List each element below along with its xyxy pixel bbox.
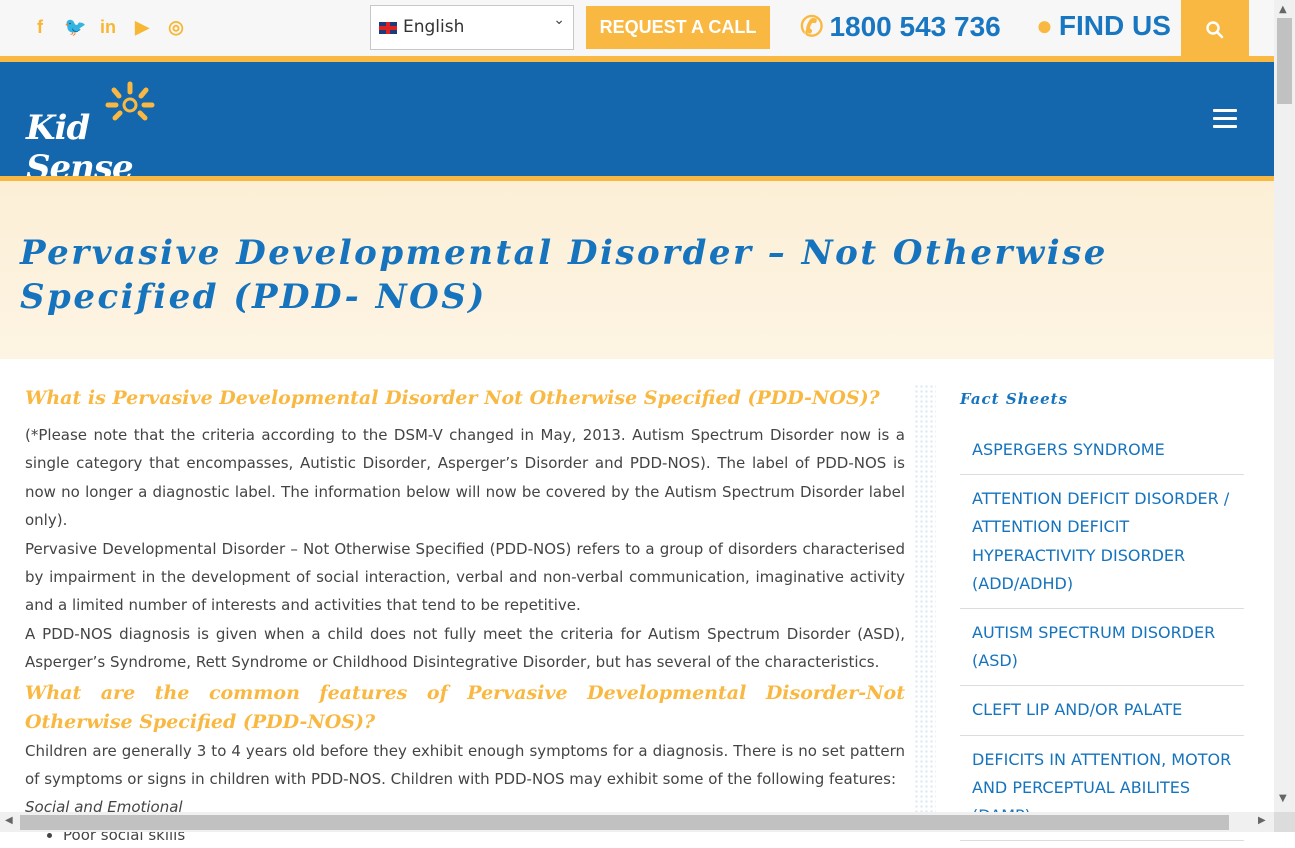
uk-flag-icon xyxy=(379,22,397,34)
scroll-thumb[interactable] xyxy=(1277,18,1292,104)
facebook-icon[interactable]: f xyxy=(30,14,50,40)
linkedin-icon[interactable]: in xyxy=(98,14,118,40)
find-us-label: FIND US xyxy=(1058,10,1171,41)
utility-bar: f 🐦 in ▶ ◎ English ⌄ REQUEST A CALL ✆ 180… xyxy=(0,0,1274,56)
paragraph: Children are generally 3 to 4 years old … xyxy=(25,741,905,789)
site-logo[interactable]: Kid Sense xyxy=(26,80,186,188)
article-content: What is Pervasive Developmental Disorder… xyxy=(25,384,905,848)
youtube-icon[interactable]: ▶ xyxy=(132,14,152,40)
phone-icon: ✆ xyxy=(800,11,824,42)
phone-number: 1800 543 736 xyxy=(829,11,1001,42)
sidebar-link[interactable]: AUTISM SPECTRUM DISORDER (ASD) xyxy=(960,609,1244,687)
sidebar-link[interactable]: ATTENTION DEFICIT DISORDER / ATTENTION D… xyxy=(960,475,1244,610)
paragraph: A PDD-NOS diagnosis is given when a chil… xyxy=(25,624,905,672)
social-links: f 🐦 in ▶ ◎ xyxy=(30,14,186,40)
fact-sheets-sidebar: Fact Sheets ASPERGERS SYNDROME ATTENTION… xyxy=(960,390,1244,842)
paragraph: Pervasive Developmental Disorder – Not O… xyxy=(25,539,905,615)
main-header: Kid Sense xyxy=(0,62,1274,188)
section-heading: What are the common features of Pervasiv… xyxy=(25,681,905,733)
scrollbar-corner xyxy=(1274,812,1295,832)
sidebar-link[interactable]: CLEFT LIP AND/OR PALATE xyxy=(960,686,1244,736)
instagram-icon[interactable]: ◎ xyxy=(166,14,186,40)
phone-link[interactable]: ✆ 1800 543 736 xyxy=(800,10,1001,43)
horizontal-scrollbar[interactable]: ◀ ▶ xyxy=(0,812,1274,832)
paragraph: (*Please note that the criteria accordin… xyxy=(25,426,905,530)
vertical-scrollbar[interactable]: ▲ ▼ xyxy=(1274,0,1295,812)
scroll-thumb[interactable] xyxy=(20,815,1229,830)
language-label: English xyxy=(403,17,465,37)
search-button[interactable] xyxy=(1181,0,1249,56)
sidebar-title: Fact Sheets xyxy=(960,390,1069,408)
twitter-icon[interactable]: 🐦 xyxy=(64,14,86,40)
page-hero: Pervasive Developmental Disorder – Not O… xyxy=(0,181,1274,359)
find-us-link[interactable]: ● FIND US xyxy=(1036,10,1171,42)
chevron-down-icon: ⌄ xyxy=(553,12,565,28)
section-heading: What is Pervasive Developmental Disorder… xyxy=(25,387,880,409)
sidebar-link[interactable]: ASPERGERS SYNDROME xyxy=(960,436,1244,476)
request-call-button[interactable]: REQUEST A CALL xyxy=(586,6,770,49)
scroll-left-icon[interactable]: ◀ xyxy=(5,815,13,826)
scroll-down-icon[interactable]: ▼ xyxy=(1279,793,1287,804)
scroll-up-icon[interactable]: ▲ xyxy=(1279,4,1287,15)
location-pin-icon: ● xyxy=(1036,10,1053,41)
language-select[interactable]: English ⌄ xyxy=(370,5,574,50)
scroll-right-icon[interactable]: ▶ xyxy=(1258,815,1266,826)
hamburger-menu-icon[interactable] xyxy=(1213,109,1237,129)
column-divider xyxy=(914,384,936,824)
page-title: Pervasive Developmental Disorder – Not O… xyxy=(20,233,1108,317)
search-icon xyxy=(1206,20,1224,38)
